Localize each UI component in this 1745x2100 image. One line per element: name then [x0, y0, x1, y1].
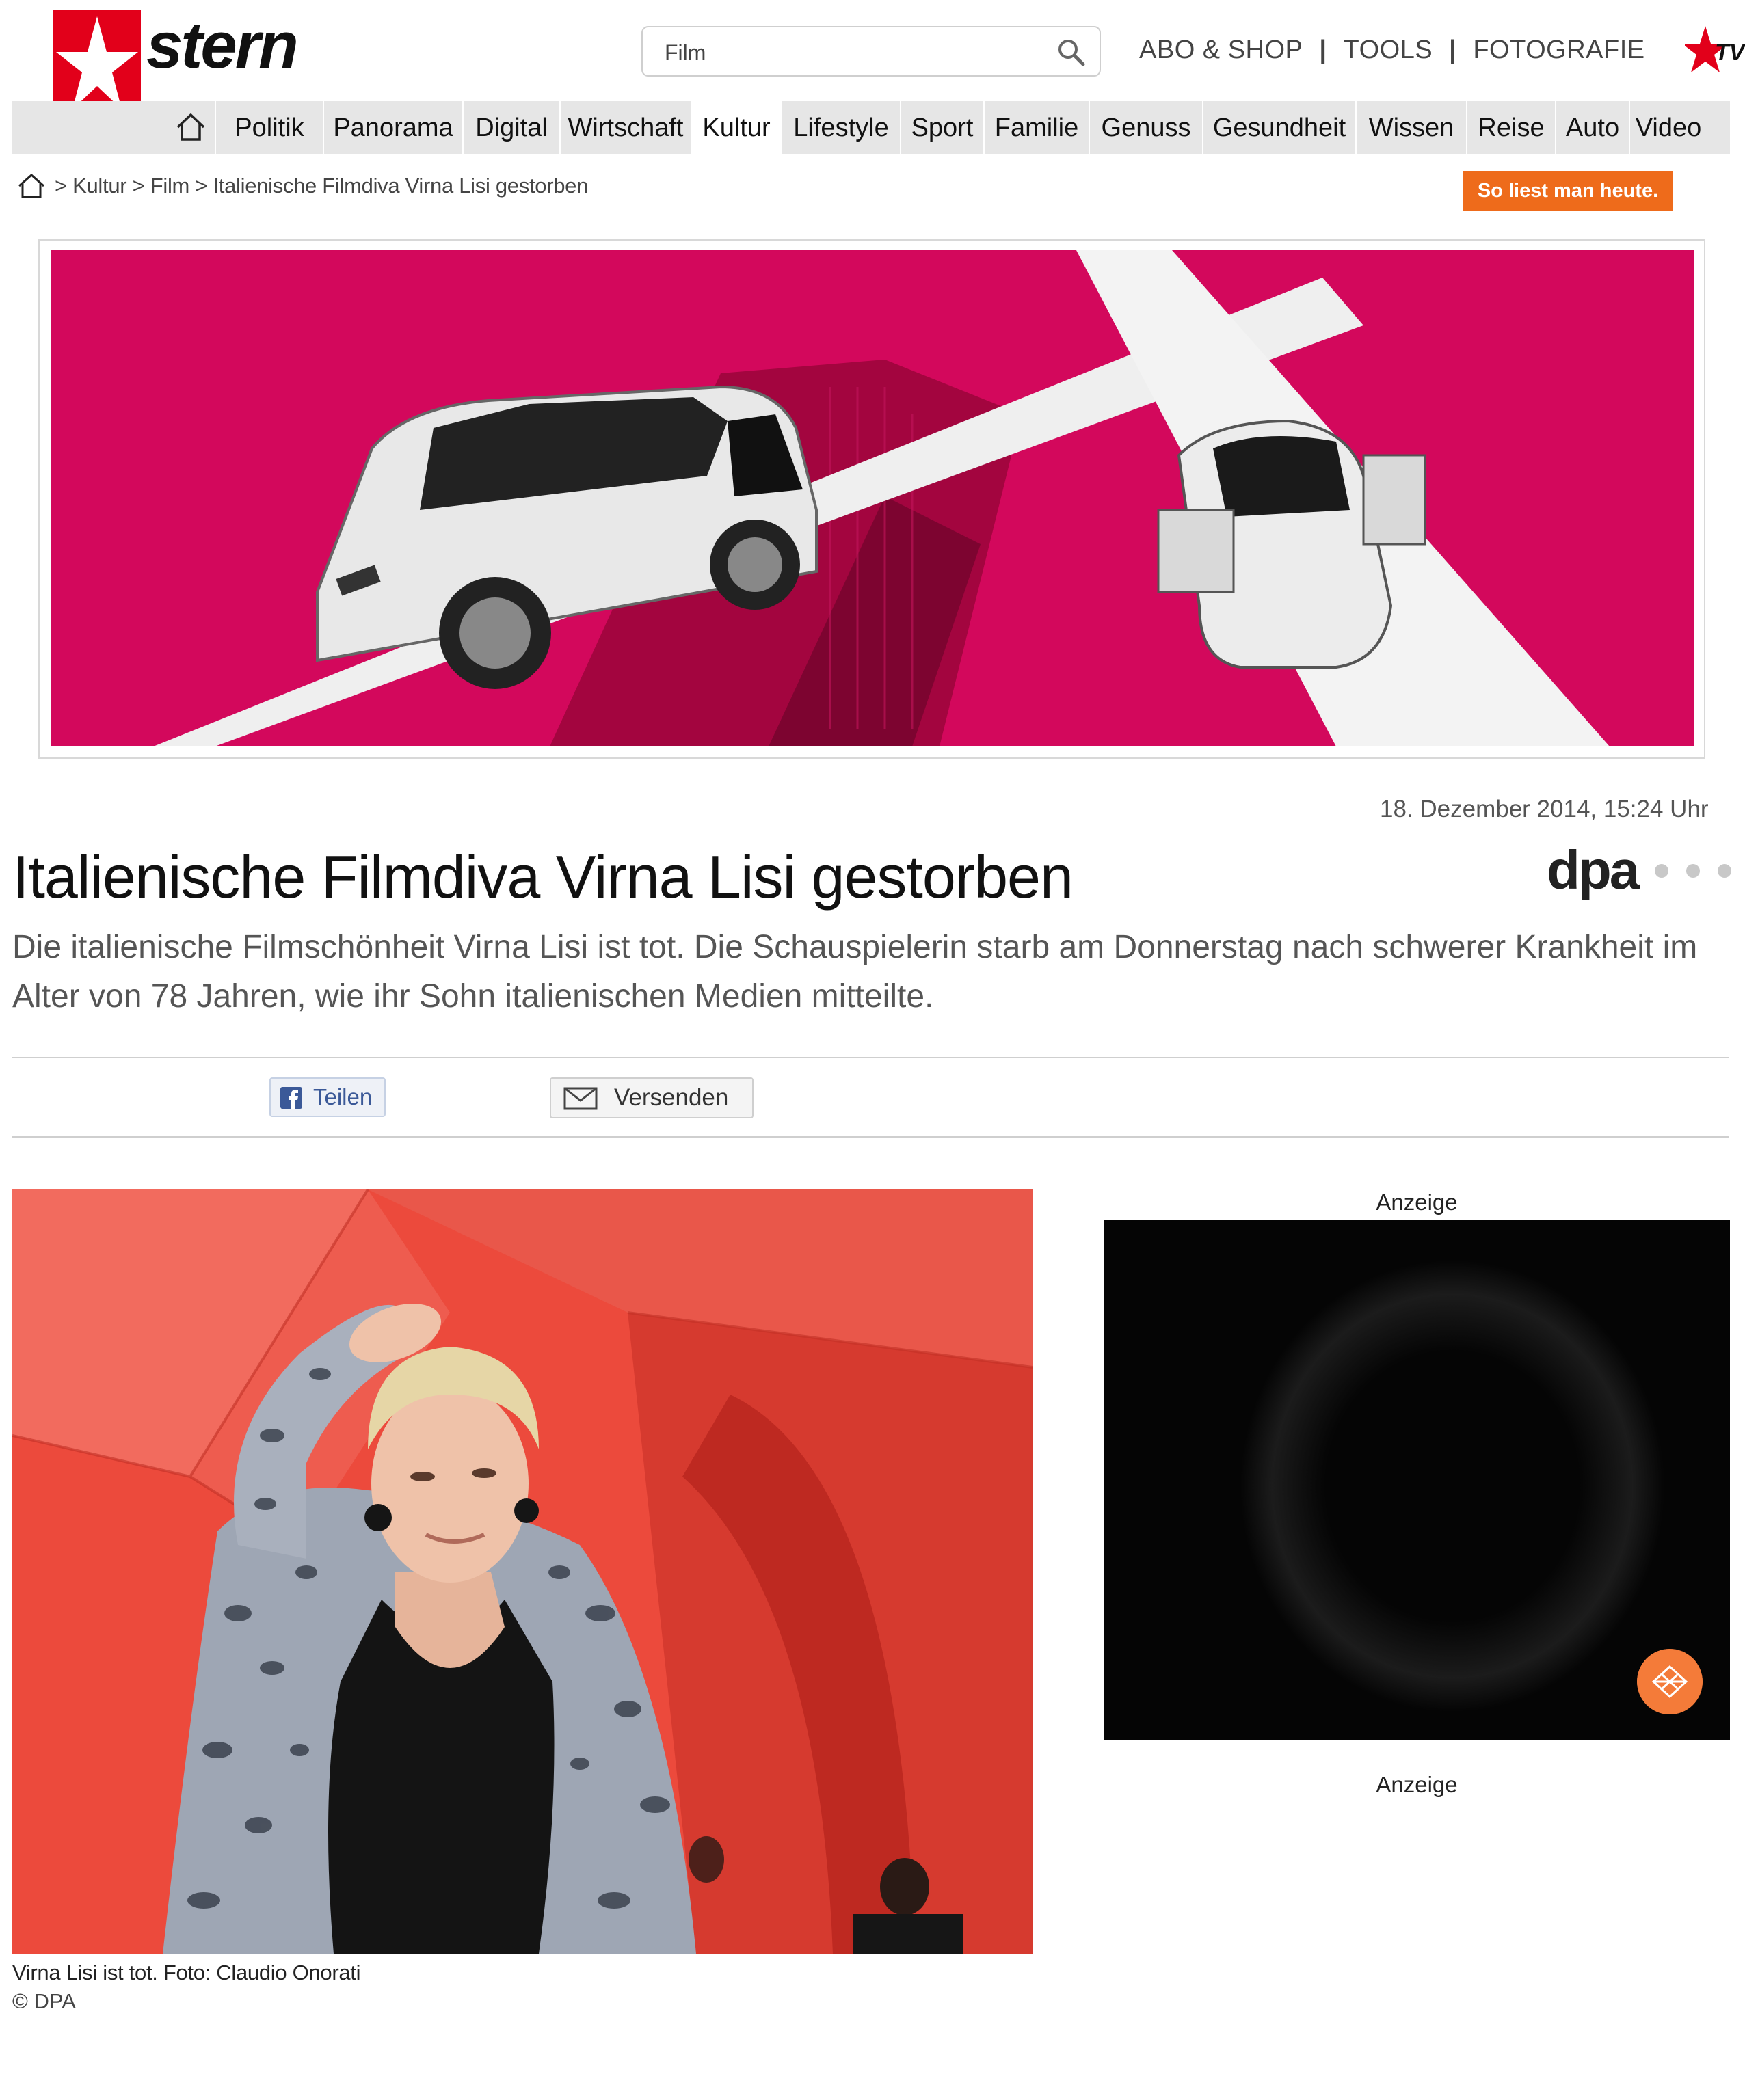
ad-video-box[interactable] [1104, 1220, 1730, 1740]
dpa-dots-icon [1655, 864, 1731, 878]
fotografie-link[interactable]: FOTOGRAFIE [1473, 36, 1644, 64]
search-input[interactable] [663, 37, 1049, 68]
tools-link[interactable]: TOOLS [1344, 36, 1433, 64]
nav-reise[interactable]: Reise [1467, 101, 1555, 154]
article-photo[interactable] [12, 1189, 1033, 1954]
article-date: 18. Dezember 2014, 15:24 Uhr [1380, 796, 1709, 822]
fischer-logo-icon [1637, 1649, 1703, 1714]
nav-auto[interactable]: Auto [1556, 101, 1629, 154]
photo-credit: © DPA [12, 1989, 76, 2013]
banner-ad-smart-forfour[interactable] [51, 250, 1694, 746]
divider [12, 1057, 1729, 1058]
article-headline: Italienische Filmdiva Virna Lisi gestorb… [12, 843, 1074, 911]
stern-tv-logo[interactable]: TV [1685, 23, 1745, 78]
ad-label: Anzeige [1376, 1772, 1458, 1797]
envelope-icon [563, 1087, 598, 1110]
nav-wissen[interactable]: Wissen [1357, 101, 1466, 154]
article-intro: Die italienische Filmschönheit Virna Lis… [12, 929, 1698, 1014]
svg-text:TV: TV [1715, 40, 1745, 66]
mail-share-label: Versenden [614, 1084, 729, 1111]
photo-caption: Virna Lisi ist tot. Foto: Claudio Onorat… [12, 1961, 361, 1984]
nav-video[interactable]: Video [1630, 101, 1707, 154]
mail-share-button[interactable]: Versenden [550, 1077, 754, 1118]
logo-wordmark[interactable]: stern [146, 8, 299, 83]
nav-familie[interactable]: Familie [985, 101, 1089, 154]
search-icon[interactable] [1056, 37, 1086, 67]
nav-digital[interactable]: Digital [464, 101, 559, 154]
breadcrumb[interactable]: > Kultur > Film > Italienische Filmdiva … [55, 174, 588, 198]
nav-gesundheit[interactable]: Gesundheit [1203, 101, 1355, 154]
facebook-icon [280, 1087, 302, 1109]
home-icon[interactable] [175, 112, 207, 142]
search-box[interactable] [641, 26, 1101, 77]
dpa-logo: dpa [1547, 839, 1640, 900]
top-links: ABO & SHOP | TOOLS | FOTOGRAFIE [1139, 36, 1645, 65]
main-nav: Politik Panorama Digital Wirtschaft Kult… [12, 101, 1730, 154]
nav-politik[interactable]: Politik [216, 101, 323, 154]
top-link-separator: | [1319, 36, 1327, 64]
so-liest-man-heute-button[interactable]: So liest man heute. [1463, 171, 1673, 211]
nav-wirtschaft[interactable]: Wirtschaft [561, 101, 691, 154]
top-link-separator: | [1449, 36, 1457, 64]
ad-label: Anzeige [1376, 1189, 1458, 1215]
nav-panorama[interactable]: Panorama [324, 101, 462, 154]
abo-shop-link[interactable]: ABO & SHOP [1139, 36, 1303, 64]
nav-sport[interactable]: Sport [901, 101, 983, 154]
divider [12, 1136, 1729, 1138]
facebook-share-button[interactable]: Teilen [269, 1077, 386, 1117]
nav-genuss[interactable]: Genuss [1090, 101, 1202, 154]
facebook-share-label: Teilen [313, 1084, 373, 1109]
ad-background [1240, 1261, 1664, 1712]
nav-lifestyle[interactable]: Lifestyle [782, 101, 900, 154]
breadcrumb-home-icon[interactable] [16, 172, 46, 200]
nav-kultur[interactable]: Kultur [692, 101, 781, 154]
